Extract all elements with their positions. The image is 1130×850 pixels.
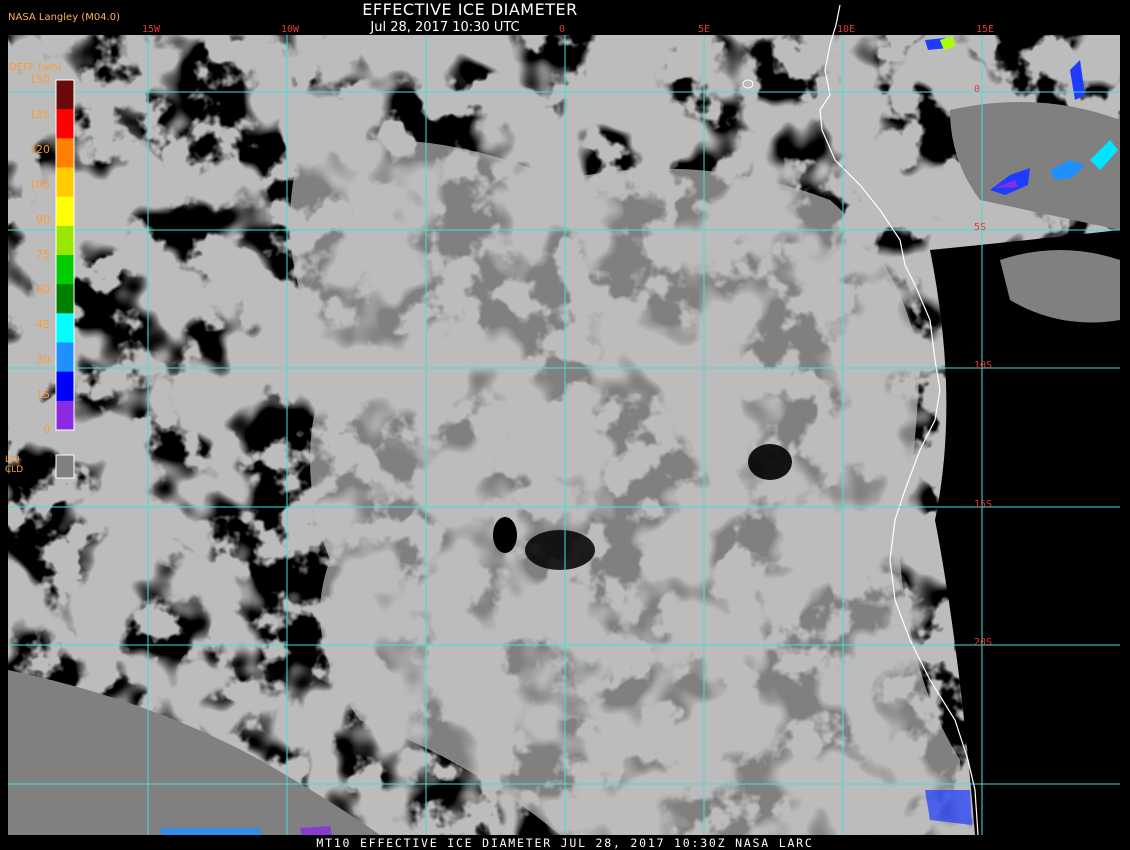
longitude-label: 10E [837,24,856,35]
legend-tick: 105 [29,178,50,191]
latitude-label: 15S [974,499,993,510]
legend-tick: 90 [36,213,50,226]
longitude-label: 10W [281,24,300,35]
latitude-label: 0 [974,84,981,95]
liquid-cloud-swatch [55,454,75,479]
legend-tick: 15 [36,388,50,401]
longitude-label: 0 [559,24,566,35]
producer-label: NASA Langley (M04.0) [8,12,120,23]
footer-caption: MT10 EFFECTIVE ICE DIAMETER JUL 28, 2017… [316,836,814,850]
legend-tick: 135 [29,108,50,121]
legend-tick: 45 [36,318,50,331]
legend-tick: 60 [36,283,50,296]
scale-segment [56,342,74,373]
legend-title: DEFF (um) [9,62,62,73]
scale-segment [56,400,74,431]
longitude-label: 15W [142,24,161,35]
cloud-field [8,35,1120,835]
legend-tick: 120 [29,143,50,156]
scale-segment [56,225,74,256]
scale-segment [56,196,74,227]
legend-tick: 150 [29,73,50,86]
legend-tick: 0 [43,423,50,436]
latitude-label: 20S [974,637,993,648]
timestamp: Jul 28, 2017 10:30 UTC [370,20,520,35]
scale-segment [56,80,74,110]
page-title: EFFECTIVE ICE DIAMETER [362,0,578,19]
liquid-label-1: LIQ [5,455,20,465]
liquid-label-2: CLD [5,465,24,475]
legend-tick: 75 [36,248,50,261]
scale-segment [56,255,74,285]
scale-segment [56,313,74,343]
scale-segment [56,138,74,168]
latitude-label: 5S [974,222,987,233]
scale-segment [56,371,74,402]
longitude-label: 15E [976,24,995,35]
color-scale [55,79,75,431]
scale-segment [56,284,74,314]
scale-segment [56,167,74,198]
legend-tick: 30 [36,353,50,366]
satellite-map [0,0,1130,850]
latitude-label: 10S [974,360,993,371]
longitude-label: 5E [698,24,711,35]
scale-segment [56,109,74,139]
